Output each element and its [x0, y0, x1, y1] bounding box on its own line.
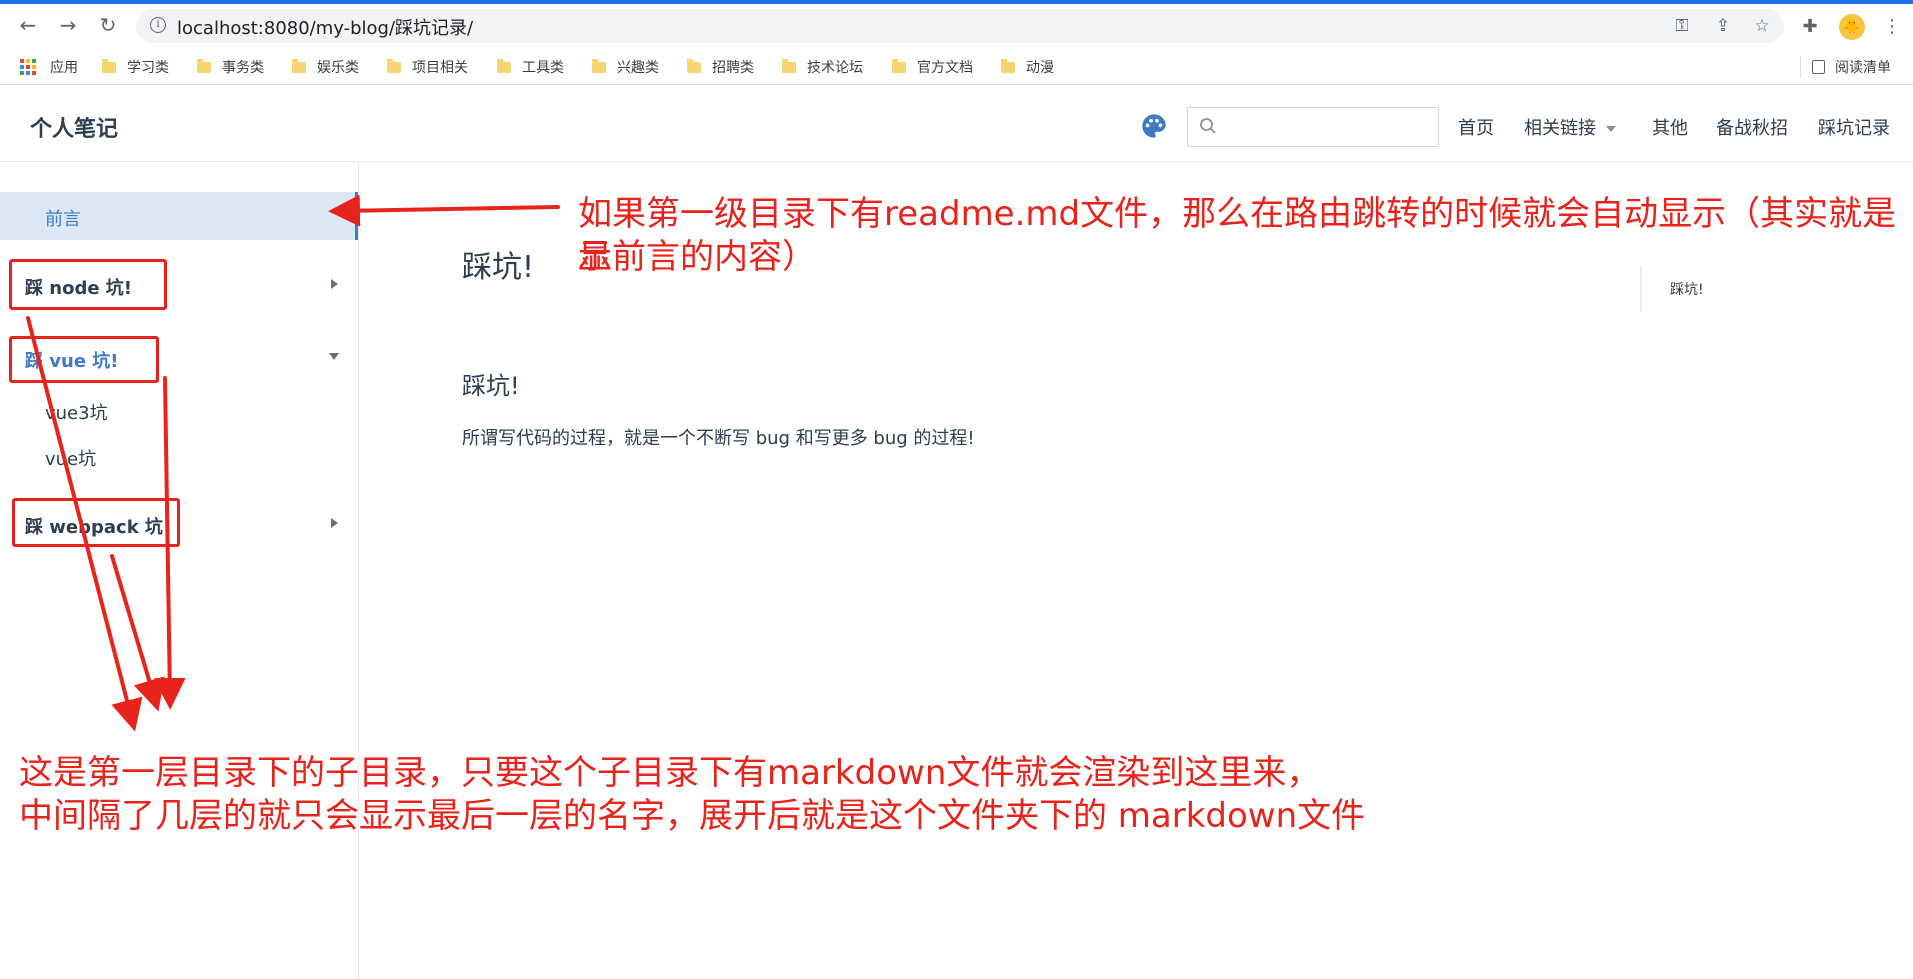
annotation-top-line2: 示前言的内容） [578, 237, 816, 277]
annotation-bottom-line2: 中间隔了几层的就只会显示最后一层的名字，展开后就是这个文件夹下的 markdow… [19, 796, 1366, 836]
annotation-bottom-line1: 这是第一层目录下的子目录，只要这个子目录下有markdown文件就会渲染到这里来… [19, 753, 1321, 793]
